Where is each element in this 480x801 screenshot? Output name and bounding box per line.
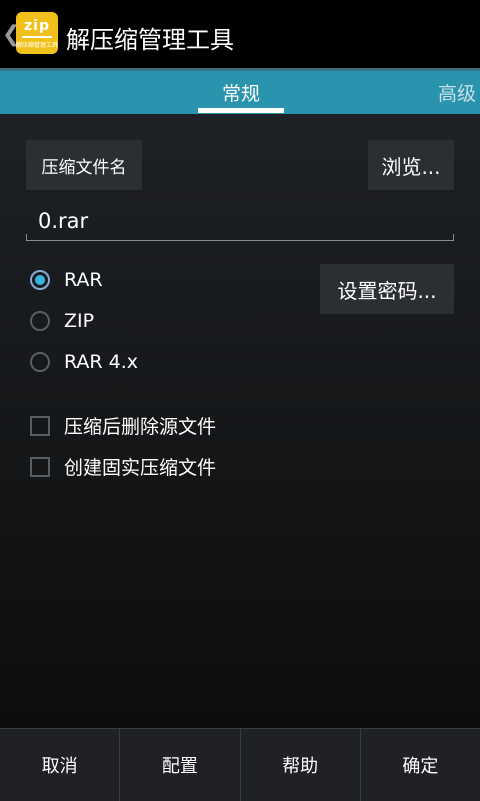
delete-source-checkbox[interactable]	[30, 415, 50, 436]
tab-selected-indicator	[198, 108, 284, 113]
input-underline-tick-left	[26, 234, 27, 241]
radio-rar[interactable]	[30, 270, 50, 290]
radio-rar4-label: RAR 4.x	[64, 351, 139, 373]
browse-button[interactable]: 浏览...	[368, 140, 454, 192]
format-rar4-option[interactable]: RAR 4.x	[30, 351, 138, 373]
radio-rar4[interactable]	[30, 352, 50, 372]
format-rar-option[interactable]: RAR	[30, 269, 103, 291]
tab-general[interactable]: 常规	[198, 79, 284, 106]
format-zip-option[interactable]: ZIP	[30, 310, 94, 332]
ok-button[interactable]: 确定	[359, 729, 480, 801]
zip-icon-subtext: 解压缩管理工具	[16, 42, 58, 49]
zip-app-icon[interactable]: zip 解压缩管理工具	[16, 12, 58, 54]
archive-filename-button[interactable]: 压缩文件名	[26, 140, 142, 192]
action-bar: ❮ zip 解压缩管理工具 解压缩管理工具	[0, 0, 480, 68]
archive-filename-input[interactable]: 0.rar	[26, 202, 454, 242]
tab-bar: 常规 高级	[0, 68, 480, 114]
tab-advanced[interactable]: 高级	[438, 79, 476, 106]
general-settings-panel: 压缩文件名 浏览... 0.rar RAR ZIP RAR 4.x 设置密码..…	[0, 114, 480, 728]
solid-archive-option[interactable]: 创建固实压缩文件	[30, 453, 216, 480]
radio-zip-label: ZIP	[64, 310, 95, 332]
cancel-button[interactable]: 取消	[0, 729, 119, 801]
input-underline	[26, 240, 454, 241]
radio-zip[interactable]	[30, 311, 50, 331]
set-password-button[interactable]: 设置密码...	[320, 264, 454, 316]
zip-icon-line	[22, 36, 52, 38]
config-button[interactable]: 配置	[119, 729, 239, 801]
input-underline-tick-right	[453, 234, 454, 241]
bottom-button-bar: 取消 配置 帮助 确定	[0, 728, 480, 801]
delete-source-label: 压缩后删除源文件	[64, 416, 217, 438]
radio-rar-label: RAR	[64, 269, 103, 291]
solid-archive-label: 创建固实压缩文件	[64, 457, 217, 479]
solid-archive-checkbox[interactable]	[30, 456, 50, 477]
zip-icon-text: zip	[24, 18, 50, 34]
app-title: 解压缩管理工具	[66, 26, 234, 54]
help-button[interactable]: 帮助	[239, 729, 360, 801]
delete-source-option[interactable]: 压缩后删除源文件	[30, 412, 216, 439]
